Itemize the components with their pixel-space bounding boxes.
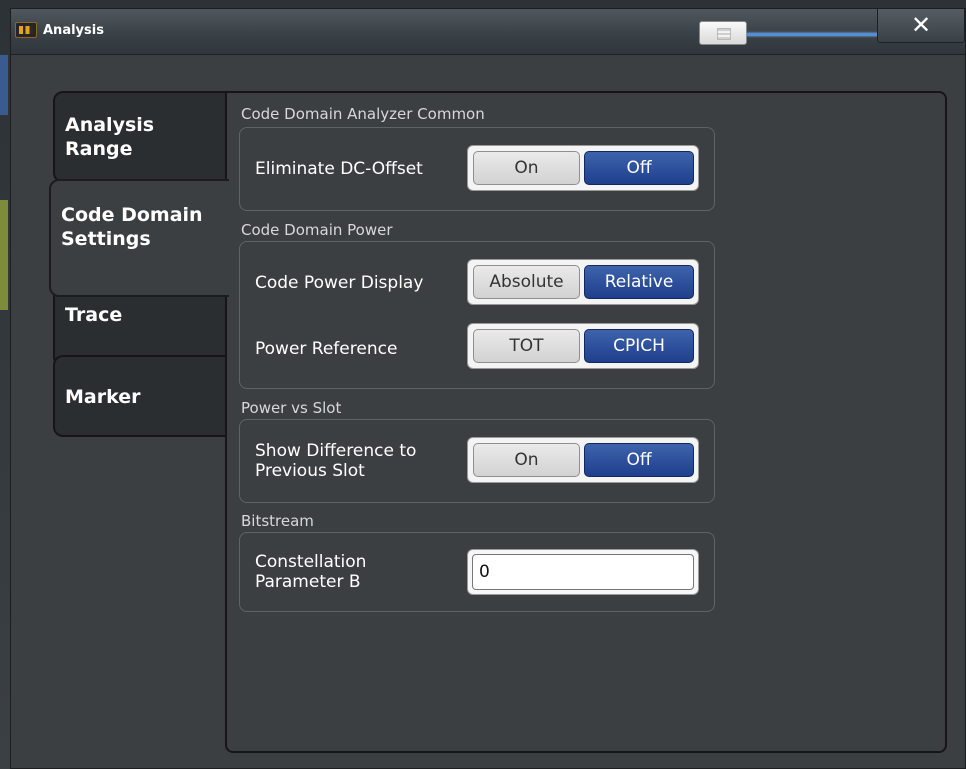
title-bar[interactable]: Analysis ✕ <box>11 9 965 55</box>
dialog-title: Analysis <box>43 23 104 38</box>
tab-analysis-range[interactable]: Analysis Range <box>53 91 225 183</box>
show-difference-label: Show Difference to Previous Slot <box>255 441 417 481</box>
resize-handle[interactable] <box>699 21 747 45</box>
constellation-parameter-label: Constellation Parameter B <box>255 552 367 592</box>
cpich-button[interactable]: CPICH <box>584 329 694 363</box>
constellation-parameter-input[interactable] <box>472 554 694 590</box>
code-power-display-label: Code Power Display <box>255 273 424 293</box>
background-edge <box>0 200 8 310</box>
tot-button[interactable]: TOT <box>473 329 580 363</box>
tab-marker[interactable]: Marker <box>53 355 225 437</box>
eliminate-dc-on-button[interactable]: On <box>473 151 580 185</box>
section-title-common: Code Domain Analyzer Common <box>241 105 485 123</box>
eliminate-dc-offset-toggle: On Off <box>467 145 699 191</box>
section-title-bitstream: Bitstream <box>241 512 314 530</box>
show-difference-off-button[interactable]: Off <box>584 443 694 477</box>
show-difference-toggle: On Off <box>467 437 699 483</box>
tab-label: Marker <box>65 386 141 408</box>
code-power-display-toggle: Absolute Relative <box>467 259 699 305</box>
show-difference-on-button[interactable]: On <box>473 443 580 477</box>
absolute-button[interactable]: Absolute <box>473 265 580 299</box>
section-title-cdp: Code Domain Power <box>241 221 393 239</box>
tab-code-domain-settings[interactable]: Code Domain Settings <box>49 179 229 297</box>
background-edge <box>0 55 8 115</box>
tab-label: Analysis Range <box>65 114 155 160</box>
analysis-dialog: Analysis ✕ Analysis Range Trace Marker C… <box>10 8 966 769</box>
tab-label: Trace <box>65 304 123 326</box>
tab-label: Code Domain Settings <box>61 204 203 250</box>
close-button[interactable]: ✕ <box>877 9 965 43</box>
eliminate-dc-off-button[interactable]: Off <box>584 151 694 185</box>
constellation-parameter-field <box>467 549 699 595</box>
power-reference-toggle: TOT CPICH <box>467 323 699 369</box>
power-reference-label: Power Reference <box>255 339 398 359</box>
section-title-slot: Power vs Slot <box>241 399 342 417</box>
eliminate-dc-offset-label: Eliminate DC-Offset <box>255 159 423 179</box>
resize-track[interactable] <box>747 33 879 36</box>
app-icon <box>15 22 37 38</box>
relative-button[interactable]: Relative <box>584 265 694 299</box>
